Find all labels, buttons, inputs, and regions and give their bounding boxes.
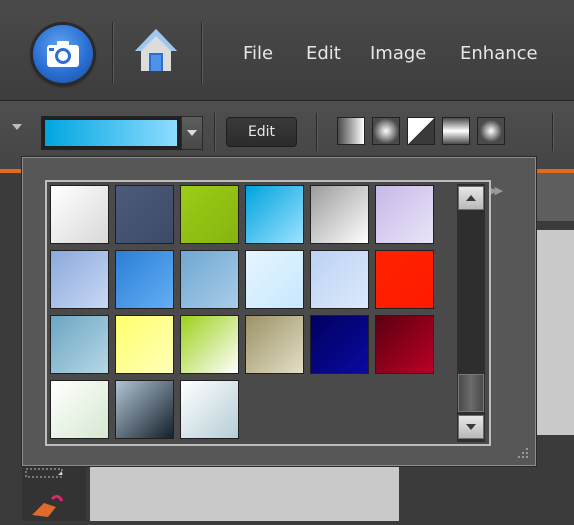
gradient-swatch[interactable]	[115, 250, 174, 309]
collapse-arrow-icon[interactable]	[12, 124, 22, 130]
linear-gradient-icon[interactable]	[337, 117, 365, 145]
gradient-swatch[interactable]	[50, 185, 109, 244]
gradient-presets-popup: ▶▶	[22, 157, 536, 466]
selected-gradient-swatch	[45, 120, 177, 146]
canvas-area	[90, 465, 399, 521]
cookie-cutter-tool-icon[interactable]	[22, 467, 86, 521]
toolbox	[22, 467, 86, 521]
scroll-up-button[interactable]	[458, 186, 484, 210]
gradient-swatch[interactable]	[115, 185, 174, 244]
gradient-swatch[interactable]	[245, 185, 304, 244]
scroll-thumb[interactable]	[458, 374, 484, 412]
gradient-swatch[interactable]	[50, 380, 109, 439]
gradient-swatch[interactable]	[180, 250, 239, 309]
gradient-swatch[interactable]	[375, 250, 434, 309]
diamond-gradient-icon[interactable]	[477, 117, 505, 145]
gradient-swatch[interactable]	[310, 315, 369, 374]
scrollbar[interactable]	[457, 184, 485, 442]
gradient-swatch[interactable]	[180, 380, 239, 439]
gradient-picker[interactable]	[41, 116, 181, 150]
home-icon	[135, 29, 177, 71]
radial-gradient-icon[interactable]	[372, 117, 400, 145]
arrow-down-icon	[466, 424, 476, 430]
gradient-swatch[interactable]	[50, 250, 109, 309]
gradient-swatch[interactable]	[375, 185, 434, 244]
gradient-swatch[interactable]	[310, 250, 369, 309]
arrow-up-icon	[466, 195, 476, 201]
separator	[316, 113, 317, 151]
gradient-swatch[interactable]	[245, 250, 304, 309]
separator	[552, 113, 553, 151]
gradient-swatch-grid	[45, 180, 491, 446]
edit-gradient-button[interactable]: Edit	[226, 117, 297, 147]
chevron-down-icon	[187, 130, 197, 136]
menu-enhance[interactable]: Enhance	[460, 43, 538, 64]
gradient-swatch[interactable]	[50, 315, 109, 374]
gradient-swatch[interactable]	[245, 315, 304, 374]
menu-image[interactable]: Image	[370, 43, 426, 64]
camera-button[interactable]	[33, 25, 93, 83]
gradient-dropdown-button[interactable]	[181, 116, 203, 150]
home-button[interactable]	[133, 25, 179, 77]
panel-tab	[534, 173, 574, 221]
gradient-swatch[interactable]	[375, 315, 434, 374]
menu-file[interactable]: File	[243, 43, 273, 64]
menu-edit[interactable]: Edit	[306, 43, 341, 64]
gradient-swatch[interactable]	[115, 315, 174, 374]
gradient-swatch[interactable]	[310, 185, 369, 244]
reflected-gradient-icon[interactable]	[442, 117, 470, 145]
scroll-down-button[interactable]	[458, 415, 484, 439]
separator	[112, 22, 113, 84]
separator	[201, 22, 202, 84]
menu-bar: File Edit Image Enhance	[0, 0, 574, 101]
gradient-swatch[interactable]	[115, 380, 174, 439]
gradient-swatch[interactable]	[180, 315, 239, 374]
angle-gradient-icon[interactable]	[407, 117, 435, 145]
gradient-swatch[interactable]	[180, 185, 239, 244]
resize-grip-icon[interactable]	[512, 444, 532, 463]
separator	[214, 113, 215, 151]
camera-icon	[47, 41, 79, 67]
canvas-area	[536, 230, 574, 435]
